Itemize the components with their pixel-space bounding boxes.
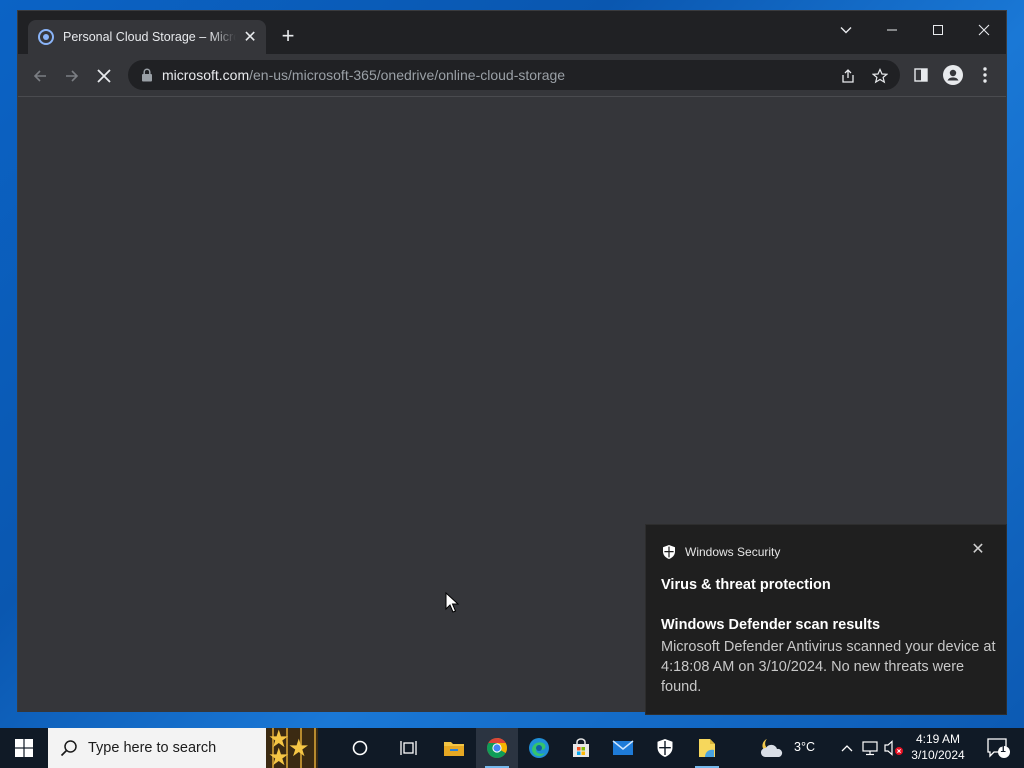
onedrive-favicon-icon (38, 29, 54, 45)
stop-loading-button[interactable] (90, 62, 118, 90)
volume-muted-icon (884, 740, 903, 756)
lock-icon (142, 68, 152, 82)
side-panel-icon[interactable] (910, 64, 932, 86)
action-center-button[interactable]: 1 (978, 728, 1018, 768)
edge-button[interactable] (518, 728, 560, 768)
clock-time: 4:19 AM (915, 732, 961, 746)
browser-tab-active[interactable]: Personal Cloud Storage – Microsoft ✕ (28, 20, 266, 54)
show-hidden-icons-button[interactable] (836, 728, 858, 768)
profile-avatar-icon[interactable] (942, 64, 964, 86)
tab-search-button[interactable] (828, 15, 864, 45)
windows-security-notification[interactable]: Windows Security ✕ Virus & threat protec… (645, 524, 1007, 715)
chevron-down-icon (840, 27, 852, 34)
stop-icon (97, 69, 111, 83)
store-button[interactable] (560, 728, 602, 768)
notification-body: Microsoft Defender Antivirus scanned you… (661, 639, 996, 695)
menu-kebab-icon[interactable] (974, 64, 996, 86)
share-icon[interactable] (839, 67, 857, 85)
sticky-app-icon (699, 739, 715, 757)
task-view-icon (400, 741, 417, 755)
new-tab-button[interactable]: + (276, 25, 300, 49)
tab-strip: Personal Cloud Storage – Microsoft ✕ + (18, 11, 1006, 54)
taskbar: Type here to search ★ ★ ★ 3°C 4:19 AM 3/… (0, 728, 1024, 768)
tab-title: Personal Cloud Storage – Microsoft (63, 30, 236, 44)
chevron-up-icon (841, 745, 853, 752)
browser-toolbar: microsoft.com/en-us/microsoft-365/onedri… (18, 54, 1006, 96)
notification-close-icon[interactable]: ✕ (970, 542, 986, 558)
task-view-button[interactable] (387, 728, 429, 768)
arrow-left-icon (33, 70, 46, 82)
shield-icon (663, 545, 675, 559)
mouse-cursor-icon (445, 592, 459, 613)
notification-header: Windows Security (661, 544, 780, 560)
chrome-icon (487, 738, 507, 758)
windows-security-button[interactable] (644, 728, 686, 768)
tab-close-icon[interactable]: ✕ (242, 28, 258, 46)
minimize-button[interactable] (874, 15, 910, 45)
store-icon (573, 738, 589, 757)
weather-cloud-moon-icon (760, 739, 783, 757)
volume-button[interactable] (883, 728, 905, 768)
sticky-app-button[interactable] (686, 728, 728, 768)
address-bar[interactable]: microsoft.com/en-us/microsoft-365/onedri… (128, 60, 900, 90)
mail-button[interactable] (602, 728, 644, 768)
chrome-taskbar-button[interactable] (476, 728, 518, 768)
search-icon (60, 740, 77, 757)
notification-title: Virus & threat protection (661, 577, 831, 593)
notification-app-name: Windows Security (685, 545, 781, 559)
forward-button[interactable] (58, 62, 86, 90)
start-button[interactable] (0, 728, 48, 768)
windows-security-icon (657, 739, 673, 757)
close-window-button[interactable] (966, 15, 1002, 45)
mail-icon (612, 740, 634, 755)
back-button[interactable] (26, 62, 54, 90)
weather-widget[interactable] (752, 728, 792, 768)
url-text: microsoft.com/en-us/microsoft-365/onedri… (162, 67, 566, 83)
cortana-button[interactable] (339, 728, 381, 768)
weather-temperature: 3°C (794, 740, 815, 754)
close-icon (978, 24, 990, 36)
network-ethernet-icon (862, 741, 878, 756)
star-icon: ★ (268, 744, 290, 768)
minimize-icon (887, 29, 897, 31)
star-icon: ★ (288, 735, 310, 762)
taskbar-clock[interactable]: 4:19 AM 3/10/2024 (905, 731, 971, 763)
maximize-icon (933, 25, 943, 35)
arrow-right-icon (66, 70, 79, 82)
network-button[interactable] (860, 728, 882, 768)
notification-count-badge: 1 (1000, 744, 1006, 755)
search-placeholder: Type here to search (88, 740, 217, 756)
notification-subtitle: Windows Defender scan results (661, 617, 881, 633)
file-explorer-button[interactable] (433, 728, 475, 768)
bookmark-star-icon[interactable] (871, 67, 889, 85)
maximize-button[interactable] (920, 15, 956, 45)
cortana-icon (352, 740, 368, 756)
windows-logo-icon (15, 739, 33, 757)
file-explorer-icon (444, 742, 464, 756)
edge-icon (529, 738, 549, 758)
search-highlight-image[interactable]: ★ ★ ★ (266, 728, 318, 768)
clock-date: 3/10/2024 (911, 748, 965, 762)
